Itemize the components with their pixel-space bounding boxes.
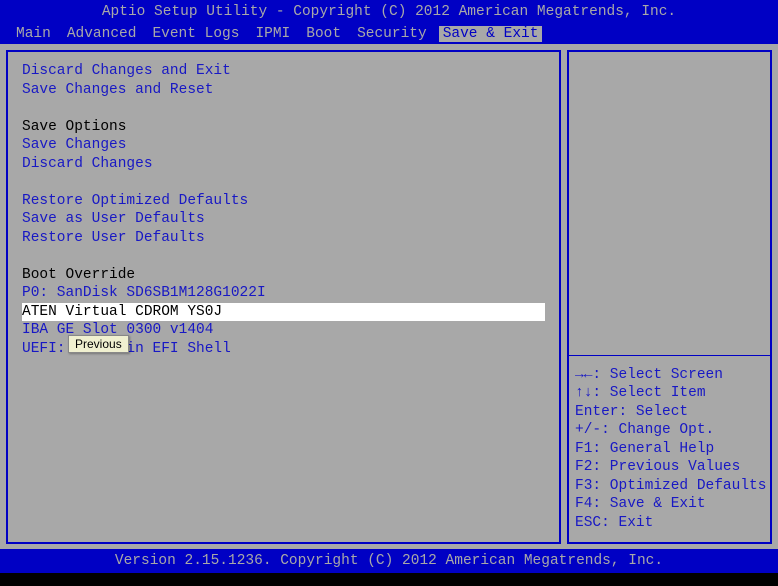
footer-bar: Version 2.15.1236. Copyright (C) 2012 Am… bbox=[0, 549, 778, 573]
menu-save-reset[interactable]: Save Changes and Reset bbox=[22, 81, 545, 100]
help-esc: ESC: Exit bbox=[575, 514, 764, 533]
menu-bar: Main Advanced Event Logs IPMI Boot Secur… bbox=[0, 24, 778, 44]
tab-ipmi[interactable]: IPMI bbox=[251, 26, 294, 42]
title-bar: Aptio Setup Utility - Copyright (C) 2012… bbox=[0, 0, 778, 24]
tooltip-previous: Previous bbox=[68, 335, 129, 353]
menu-restore-optimized[interactable]: Restore Optimized Defaults bbox=[22, 192, 545, 211]
help-f2: F2: Previous Values bbox=[575, 458, 764, 477]
menu-discard-exit[interactable]: Discard Changes and Exit bbox=[22, 62, 545, 81]
help-enter: Enter: Select bbox=[575, 403, 764, 422]
menu-boot-aten-cdrom[interactable]: ATEN Virtual CDROM YS0J bbox=[22, 303, 545, 322]
help-plusminus: +/-: Change Opt. bbox=[575, 421, 764, 440]
help-select-screen: →←: Select Screen bbox=[575, 366, 764, 385]
menu-spacer bbox=[22, 99, 545, 118]
tab-main[interactable]: Main bbox=[12, 26, 55, 42]
menu-discard-changes[interactable]: Discard Changes bbox=[22, 155, 545, 174]
tab-advanced[interactable]: Advanced bbox=[63, 26, 141, 42]
left-panel: Discard Changes and Exit Save Changes an… bbox=[6, 50, 561, 544]
footer-text: Version 2.15.1236. Copyright (C) 2012 Am… bbox=[115, 553, 663, 569]
help-f3: F3: Optimized Defaults bbox=[575, 477, 764, 496]
menu-spacer bbox=[22, 173, 545, 192]
menu-header-boot-override: Boot Override bbox=[22, 266, 545, 285]
menu-spacer bbox=[22, 247, 545, 266]
title-text: Aptio Setup Utility - Copyright (C) 2012… bbox=[102, 4, 676, 20]
bottom-strip bbox=[0, 573, 778, 586]
help-keys: →←: Select Screen ↑↓: Select Item Enter:… bbox=[569, 356, 770, 543]
menu-header-save-options: Save Options bbox=[22, 118, 545, 137]
help-description bbox=[569, 52, 770, 356]
menu-boot-sandisk[interactable]: P0: SanDisk SD6SB1M128G1022I bbox=[22, 284, 545, 303]
arrows-lr-icon: →← bbox=[575, 367, 592, 383]
menu-save-user-defaults[interactable]: Save as User Defaults bbox=[22, 210, 545, 229]
tab-boot[interactable]: Boot bbox=[302, 26, 345, 42]
right-panel: →←: Select Screen ↑↓: Select Item Enter:… bbox=[567, 50, 772, 544]
tab-save-exit[interactable]: Save & Exit bbox=[439, 26, 543, 42]
help-f4: F4: Save & Exit bbox=[575, 495, 764, 514]
help-select-item: ↑↓: Select Item bbox=[575, 384, 764, 403]
content-area: Discard Changes and Exit Save Changes an… bbox=[0, 44, 778, 550]
tab-event-logs[interactable]: Event Logs bbox=[148, 26, 243, 42]
menu-save-changes[interactable]: Save Changes bbox=[22, 136, 545, 155]
menu-restore-user-defaults[interactable]: Restore User Defaults bbox=[22, 229, 545, 248]
arrows-ud-icon: ↑↓ bbox=[575, 385, 592, 401]
tab-security[interactable]: Security bbox=[353, 26, 431, 42]
help-f1: F1: General Help bbox=[575, 440, 764, 459]
